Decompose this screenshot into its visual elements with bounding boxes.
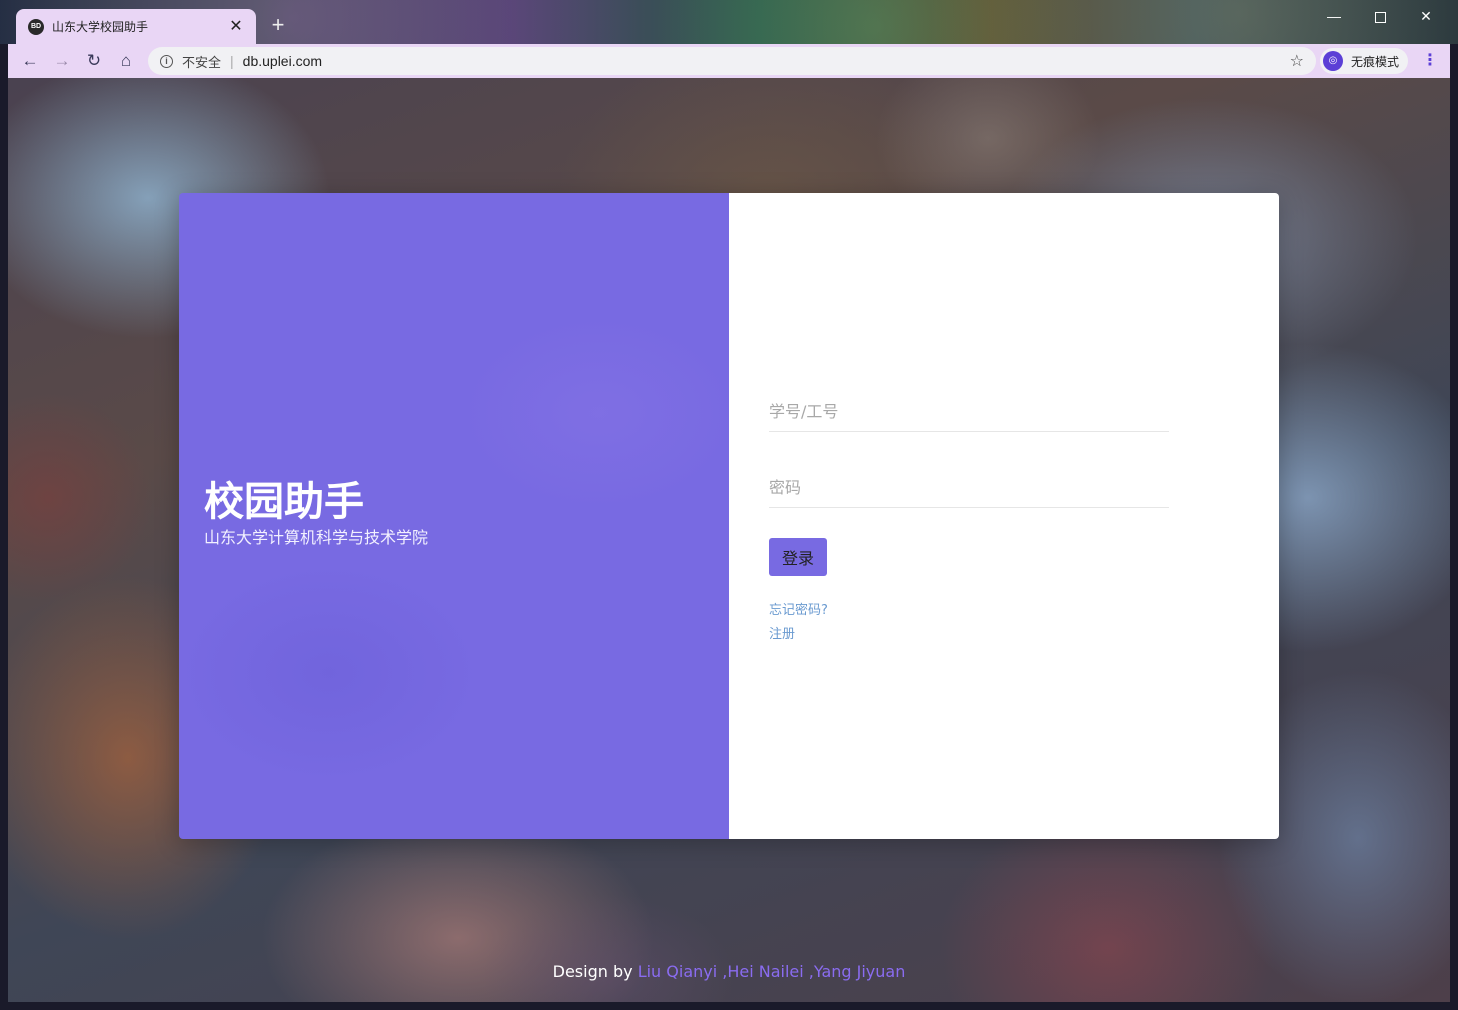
close-window-button[interactable]: ✕ (1403, 4, 1449, 28)
brand-title: 校园助手 (204, 479, 364, 525)
close-tab-icon[interactable]: ✕ (228, 18, 244, 35)
minimize-window-button[interactable]: — (1311, 4, 1357, 28)
address-bar[interactable]: i 不安全 | db.uplei.com ☆ (148, 47, 1316, 75)
favicon-icon: BD (28, 18, 44, 35)
brand-panel: 校园助手 山东大学计算机科学与技术学院 (179, 193, 729, 839)
address-separator: | (230, 53, 234, 69)
footer-prefix: Design by (552, 962, 638, 981)
browser-toolbar: ← → ↻ ⌂ i 不安全 | db.uplei.com ☆ ◎ 无痕模式 ⋮ (8, 44, 1450, 78)
password-field-wrapper (769, 468, 1169, 508)
brand-subtitle: 山东大学计算机科学与技术学院 (204, 528, 429, 547)
page-background: 校园助手 山东大学计算机科学与技术学院 登录 忘记密码? 注册 Design b… (8, 78, 1450, 1002)
tab-title: 山东大学校园助手 (52, 20, 149, 34)
info-icon[interactable]: i (160, 54, 173, 68)
browser-tab[interactable]: BD 山东大学校园助手 ✕ (16, 9, 256, 44)
footer-credits: Design by Liu Qianyi ,Hei Nailei ,Yang J… (8, 962, 1450, 981)
username-field-wrapper (769, 392, 1169, 432)
reload-icon[interactable]: ↻ (82, 49, 106, 73)
password-input[interactable] (769, 468, 1169, 507)
bookmark-star-icon[interactable]: ☆ (1290, 51, 1304, 71)
profile-label: 无痕模式 (1351, 54, 1400, 69)
register-link[interactable]: 注册 (769, 623, 795, 642)
back-arrow-icon[interactable]: ← (18, 49, 42, 73)
forgot-password-link[interactable]: 忘记密码? (769, 599, 828, 618)
login-form-panel: 登录 忘记密码? 注册 (729, 193, 1279, 839)
browser-menu-icon[interactable]: ⋮ (1422, 49, 1438, 73)
maximize-window-button[interactable] (1357, 4, 1403, 28)
maximize-icon (1374, 11, 1386, 23)
login-card: 校园助手 山东大学计算机科学与技术学院 登录 忘记密码? 注册 (179, 193, 1279, 839)
new-tab-button[interactable]: + (268, 13, 288, 37)
url-text[interactable]: db.uplei.com (243, 53, 322, 69)
security-label[interactable]: 不安全 (182, 52, 221, 71)
login-button[interactable]: 登录 (769, 538, 827, 576)
forward-arrow-icon[interactable]: → (50, 49, 74, 73)
incognito-profile-button[interactable]: ◎ 无痕模式 (1320, 48, 1408, 74)
footer-authors: Liu Qianyi ,Hei Nailei ,Yang Jiyuan (637, 962, 906, 981)
incognito-icon: ◎ (1323, 51, 1343, 71)
home-icon[interactable]: ⌂ (114, 49, 138, 73)
username-input[interactable] (769, 392, 1169, 431)
